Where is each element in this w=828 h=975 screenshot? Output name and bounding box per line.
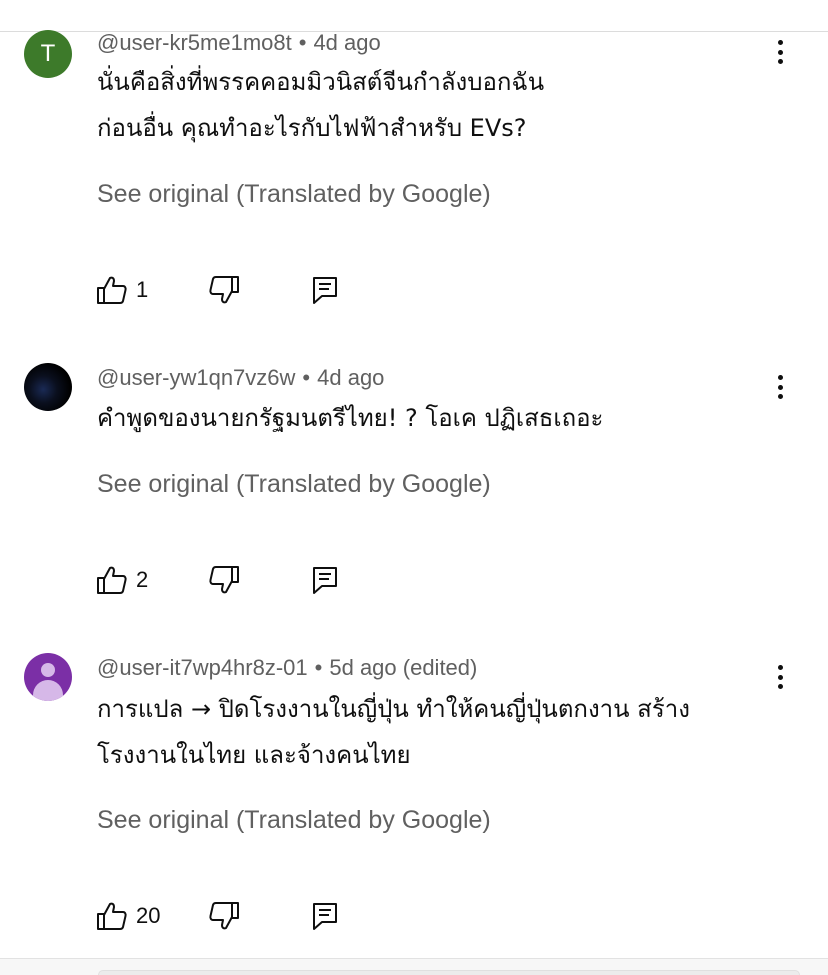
comment-reply-icon[interactable] xyxy=(310,275,340,305)
thumbs-up-icon[interactable] xyxy=(96,901,128,931)
comment-meta: @user-yw1qn7vz6w • 4d ago xyxy=(97,365,384,391)
avatar[interactable] xyxy=(24,363,72,411)
see-original-link[interactable]: See original (Translated by Google) xyxy=(97,180,491,209)
comment-time: 5d ago (edited) xyxy=(329,655,478,680)
meta-separator: • xyxy=(302,365,311,390)
like-count: 1 xyxy=(136,277,149,302)
comment-actions: 20 xyxy=(96,901,396,931)
comment-meta: @user-kr5me1mo8t • 4d ago xyxy=(97,30,381,56)
thumbs-down-icon[interactable] xyxy=(208,901,240,931)
avatar[interactable]: T xyxy=(24,30,72,78)
more-vertical-icon[interactable] xyxy=(767,661,793,693)
thumbs-down-icon[interactable] xyxy=(208,565,240,595)
comment-text: การแปล → ปิดโรงงานในญี่ปุ่น ทำให้คนญี่ปุ… xyxy=(97,686,690,778)
more-vertical-icon[interactable] xyxy=(767,36,793,68)
comment-actions: 1 xyxy=(96,275,396,305)
comment-author[interactable]: @user-it7wp4hr8z-01 xyxy=(97,655,308,680)
comment-line: โรงงานในไทย และจ้างคนไทย xyxy=(97,741,411,769)
comment-line: นั่นคือสิ่งที่พรรคคอมมิวนิสต์จีนกำลังบอก… xyxy=(97,68,545,96)
comment-author[interactable]: @user-kr5me1mo8t xyxy=(97,30,292,55)
comment-reply-icon[interactable] xyxy=(310,565,340,595)
like-count: 2 xyxy=(136,567,149,592)
comment-time: 4d ago xyxy=(317,365,385,390)
meta-separator: • xyxy=(314,655,323,680)
comment-text: คำพูดของนายกรัฐมนตรีไทย! ? โอเค ปฏิเสธเถ… xyxy=(97,395,603,441)
like-count: 20 xyxy=(136,903,161,928)
comment-actions: 2 xyxy=(96,565,396,595)
see-original-link[interactable]: See original (Translated by Google) xyxy=(97,806,491,835)
avatar[interactable] xyxy=(24,653,72,701)
more-vertical-icon[interactable] xyxy=(767,371,793,403)
comment-line: ก่อนอื่น คุณทำอะไรกับไฟฟ้าสำหรับ EVs? xyxy=(97,114,527,142)
thumbs-up-icon[interactable] xyxy=(96,275,128,305)
comment-meta: @user-it7wp4hr8z-01 • 5d ago (edited) xyxy=(97,655,477,681)
comment-text: นั่นคือสิ่งที่พรรคคอมมิวนิสต์จีนกำลังบอก… xyxy=(97,59,544,151)
comment-reply-icon[interactable] xyxy=(310,901,340,931)
meta-separator: • xyxy=(298,30,307,55)
avatar-letter: T xyxy=(40,40,56,67)
comment-input-box[interactable] xyxy=(98,970,800,975)
comment-line: คำพูดของนายกรัฐมนตรีไทย! ? โอเค ปฏิเสธเถ… xyxy=(97,404,604,432)
see-original-link[interactable]: See original (Translated by Google) xyxy=(97,470,491,499)
thumbs-up-icon[interactable] xyxy=(96,565,128,595)
comment-author[interactable]: @user-yw1qn7vz6w xyxy=(97,365,295,390)
thumbs-down-icon[interactable] xyxy=(208,275,240,305)
comment-line: การแปล → ปิดโรงงานในญี่ปุ่น ทำให้คนญี่ปุ… xyxy=(97,695,690,723)
comment-time: 4d ago xyxy=(313,30,381,55)
